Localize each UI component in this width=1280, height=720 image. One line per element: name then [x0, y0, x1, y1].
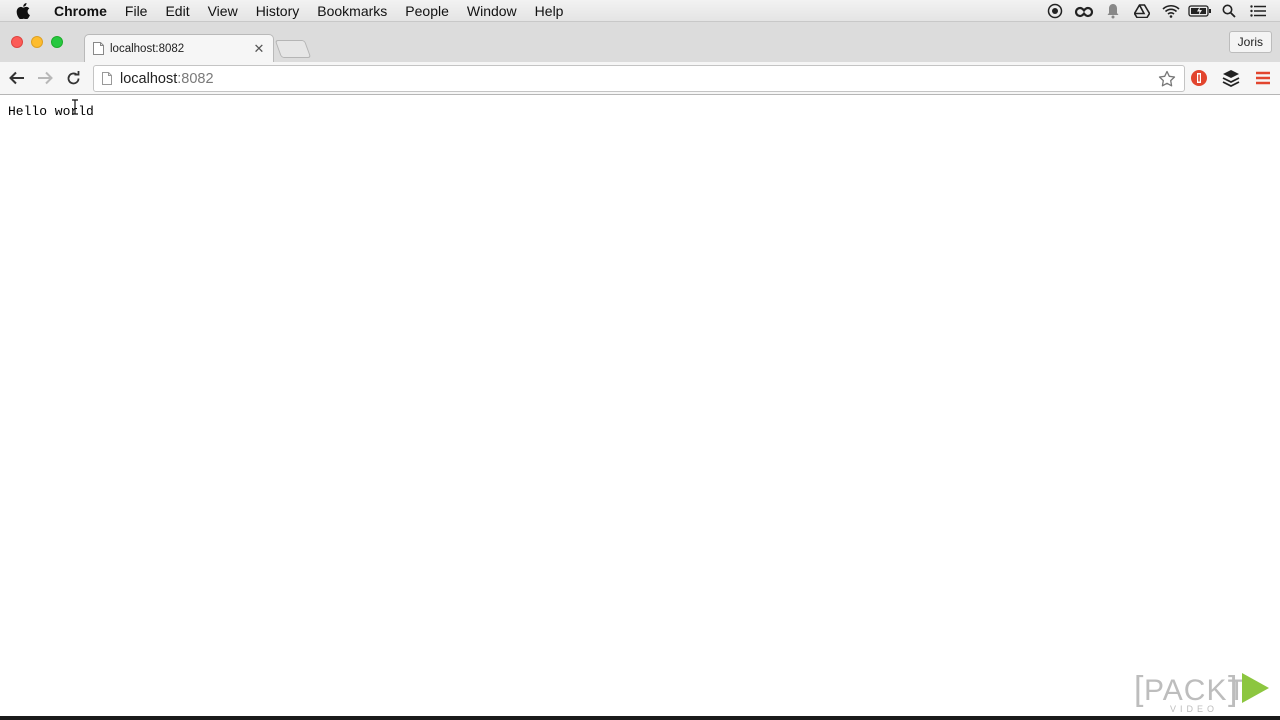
minimize-window-button[interactable] — [31, 36, 43, 48]
status-area — [1040, 0, 1272, 22]
record-icon[interactable] — [1040, 0, 1069, 22]
extension-shield-icon[interactable] — [1188, 67, 1210, 89]
creative-cloud-icon[interactable] — [1069, 0, 1098, 22]
page-icon — [93, 42, 104, 55]
drive-icon[interactable] — [1127, 0, 1156, 22]
bookmark-star-icon[interactable] — [1158, 70, 1176, 88]
menu-bar: Chrome File Edit View History Bookmarks … — [0, 0, 1280, 22]
menu-history[interactable]: History — [247, 0, 309, 22]
menu-edit[interactable]: Edit — [156, 0, 198, 22]
bell-icon[interactable] — [1098, 0, 1127, 22]
close-icon[interactable]: ✕ — [249, 41, 269, 57]
address-bar[interactable]: localhost:8082 — [93, 65, 1185, 92]
maximize-window-button[interactable] — [51, 36, 63, 48]
back-arrow-icon — [9, 71, 24, 85]
chrome-menu-icon[interactable] — [1252, 67, 1274, 89]
svg-text:VIDEO: VIDEO — [1170, 704, 1218, 714]
hello-text: Hello world — [8, 104, 94, 119]
window-controls — [11, 36, 63, 48]
menu-file[interactable]: File — [116, 0, 157, 22]
forward-arrow-icon — [38, 71, 53, 85]
menu-chrome[interactable]: Chrome — [46, 0, 116, 22]
reload-button[interactable] — [62, 67, 84, 89]
back-button[interactable] — [6, 67, 28, 89]
profile-button[interactable]: Joris — [1228, 31, 1272, 53]
page-content: Hello world — [0, 96, 1280, 716]
battery-icon[interactable] — [1185, 0, 1214, 22]
tab-title: localhost:8082 — [110, 42, 185, 55]
apple-icon[interactable] — [0, 2, 46, 19]
url-host: localhost — [120, 70, 178, 87]
close-window-button[interactable] — [11, 36, 23, 48]
spotlight-icon[interactable] — [1214, 0, 1243, 22]
packt-video-logo: [ PACKT ] VIDEO — [1134, 670, 1269, 714]
wifi-icon[interactable] — [1156, 0, 1185, 22]
tab-strip: localhost:8082 ✕ Joris — [0, 22, 1280, 62]
menu-window[interactable]: Window — [458, 0, 526, 22]
buffer-layers-icon[interactable] — [1220, 67, 1242, 89]
notification-list-icon[interactable] — [1243, 0, 1272, 22]
page-info-icon[interactable] — [102, 72, 112, 85]
new-tab-button[interactable] — [274, 40, 312, 58]
text-cursor-icon — [72, 99, 78, 115]
browser-toolbar: localhost:8082 — [0, 62, 1280, 95]
reload-icon — [67, 70, 79, 84]
url-port: :8082 — [177, 70, 214, 87]
svg-text:[: [ — [1134, 670, 1144, 708]
url-text[interactable]: localhost:8082 — [120, 71, 214, 87]
menu-view[interactable]: View — [199, 0, 247, 22]
menu-help[interactable]: Help — [526, 0, 573, 22]
bottom-edge — [0, 716, 1280, 720]
tab-localhost[interactable]: localhost:8082 ✕ — [84, 34, 274, 62]
forward-button[interactable] — [34, 67, 56, 89]
svg-text:]: ] — [1228, 670, 1237, 708]
menu-people[interactable]: People — [396, 0, 458, 22]
menu-bookmarks[interactable]: Bookmarks — [308, 0, 396, 22]
